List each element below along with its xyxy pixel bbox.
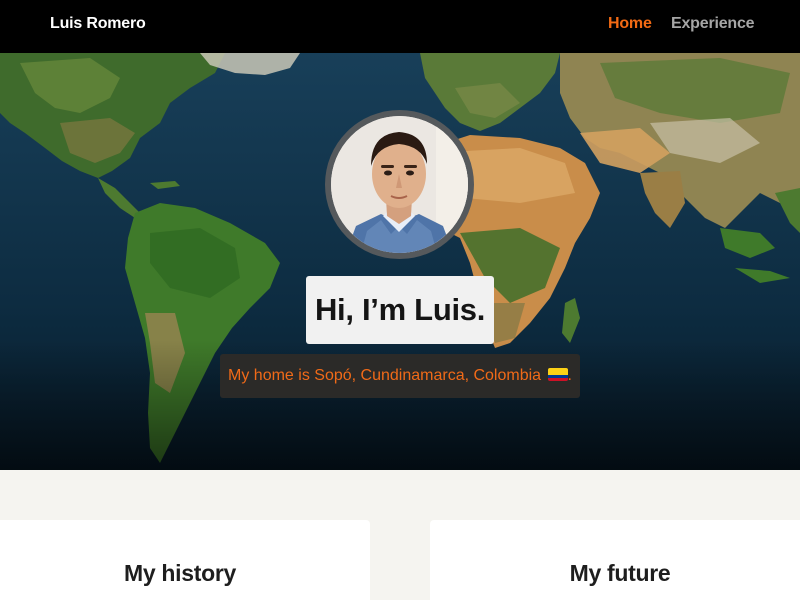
home-location-banner: My home is Sopó, Cundinamarca, Colombia … bbox=[220, 354, 580, 398]
history-title: My history bbox=[123, 560, 237, 586]
future-title: My future bbox=[569, 560, 671, 586]
home-location-period: . bbox=[567, 367, 572, 384]
greeting-heading: Hi, I’m Luis. bbox=[306, 276, 494, 344]
future-card: My future bbox=[430, 520, 800, 600]
nav-link-home[interactable]: Home bbox=[608, 15, 652, 33]
nav-link-experience[interactable]: Experience bbox=[671, 15, 755, 33]
hero-section: Hi, I’m Luis. My home is Sopó, Cundinama… bbox=[0, 53, 800, 470]
profile-photo bbox=[331, 116, 468, 253]
history-card: My history bbox=[0, 520, 370, 600]
avatar bbox=[325, 110, 474, 259]
top-navbar: Luis Romero Home Experience bbox=[0, 0, 800, 53]
home-location-text: My home is Sopó, Cundinamarca, Colombia bbox=[228, 367, 542, 384]
colombia-flag-icon bbox=[547, 368, 568, 381]
brand-link[interactable]: Luis Romero bbox=[50, 15, 146, 33]
